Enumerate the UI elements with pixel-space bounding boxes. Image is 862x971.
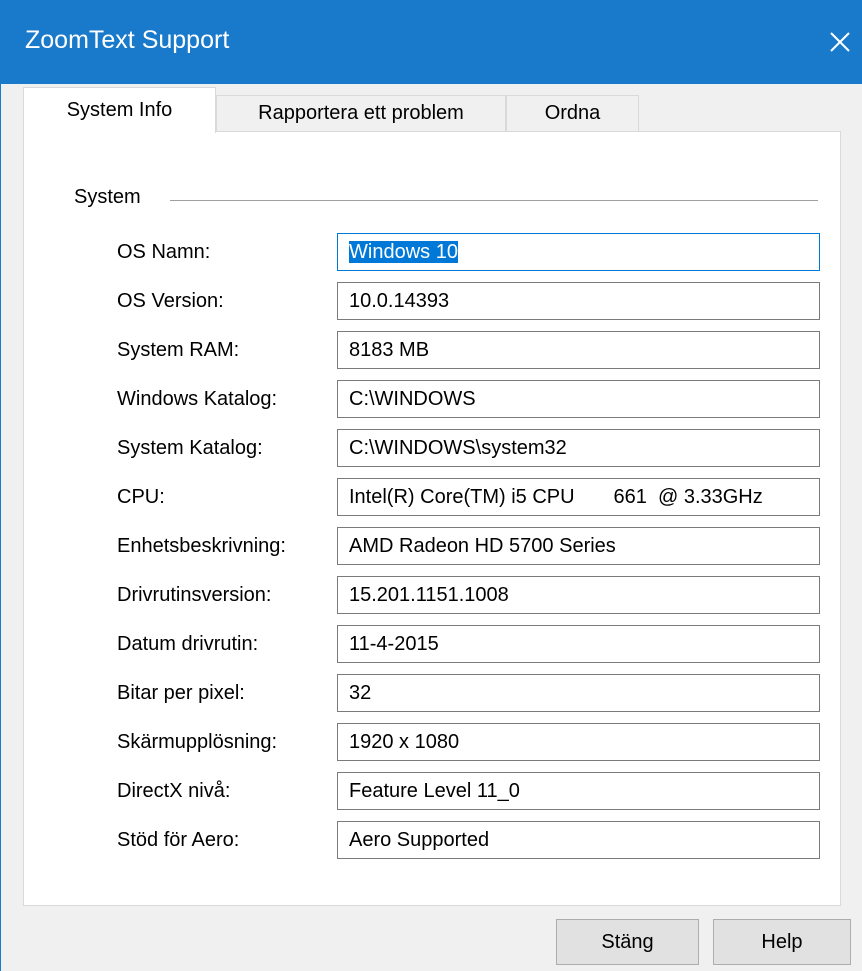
close-window-button[interactable]: [817, 0, 862, 84]
os-namn-field[interactable]: Windows 10: [337, 233, 820, 271]
drivrutinsversion-field[interactable]: 15.201.1151.1008: [337, 576, 820, 614]
enhetsbeskrivning-label: Enhetsbeskrivning:: [117, 535, 286, 557]
os-namn-value: Windows 10: [349, 241, 458, 263]
skarmupplosning-field[interactable]: 1920 x 1080: [337, 723, 820, 761]
row-enhetsbeskrivning: Enhetsbeskrivning: AMD Radeon HD 5700 Se…: [24, 527, 840, 567]
datum-drivrutin-field[interactable]: 11-4-2015: [337, 625, 820, 663]
system-group-label: System: [74, 186, 141, 208]
tab-rapportera-ett-problem[interactable]: Rapportera ett problem: [216, 95, 506, 131]
row-drivrutinsversion: Drivrutinsversion: 15.201.1151.1008: [24, 576, 840, 616]
skarmupplosning-label: Skärmupplösning:: [117, 731, 278, 753]
cpu-label: CPU:: [117, 486, 165, 508]
directx-niva-field[interactable]: Feature Level 11_0: [337, 772, 820, 810]
bitar-per-pixel-field[interactable]: 32: [337, 674, 820, 712]
stang-button[interactable]: Stäng: [556, 919, 699, 965]
system-ram-label: System RAM:: [117, 339, 240, 361]
window-title: ZoomText Support: [25, 26, 230, 54]
row-os-version: OS Version: 10.0.14393: [24, 282, 840, 322]
row-cpu: CPU: Intel(R) Core(TM) i5 CPU 661 @ 3.33…: [24, 478, 840, 518]
stod-for-aero-label: Stöd för Aero:: [117, 829, 240, 851]
row-system-ram: System RAM: 8183 MB: [24, 331, 840, 371]
os-namn-label: OS Namn:: [117, 241, 211, 263]
datum-drivrutin-label: Datum drivrutin:: [117, 633, 259, 655]
tab-ordna[interactable]: Ordna: [506, 95, 639, 131]
title-bar[interactable]: ZoomText Support: [1, 0, 862, 84]
system-ram-field[interactable]: 8183 MB: [337, 331, 820, 369]
row-bitar-per-pixel: Bitar per pixel: 32: [24, 674, 840, 714]
help-button[interactable]: Help: [713, 919, 851, 965]
system-katalog-field[interactable]: C:\WINDOWS\system32: [337, 429, 820, 467]
windows-katalog-field[interactable]: C:\WINDOWS: [337, 380, 820, 418]
row-system-katalog: System Katalog: C:\WINDOWS\system32: [24, 429, 840, 469]
directx-niva-label: DirectX nivå:: [117, 780, 231, 802]
row-directx-niva: DirectX nivå: Feature Level 11_0: [24, 772, 840, 812]
zoomtext-support-dialog: ZoomText Support System Info Rapportera …: [0, 0, 862, 971]
bitar-per-pixel-label: Bitar per pixel:: [117, 682, 245, 704]
row-os-namn: OS Namn: Windows 10: [24, 233, 840, 273]
close-icon: [830, 32, 850, 52]
row-stod-for-aero: Stöd för Aero: Aero Supported: [24, 821, 840, 861]
system-info-panel: System OS Namn: Windows 10 OS Version: 1…: [23, 131, 841, 906]
os-version-label: OS Version:: [117, 290, 224, 312]
tab-system-info[interactable]: System Info: [23, 87, 216, 133]
group-divider: [170, 200, 818, 201]
cpu-field[interactable]: Intel(R) Core(TM) i5 CPU 661 @ 3.33GHz: [337, 478, 820, 516]
row-windows-katalog: Windows Katalog: C:\WINDOWS: [24, 380, 840, 420]
stod-for-aero-field[interactable]: Aero Supported: [337, 821, 820, 859]
windows-katalog-label: Windows Katalog:: [117, 388, 278, 410]
os-version-field[interactable]: 10.0.14393: [337, 282, 820, 320]
drivrutinsversion-label: Drivrutinsversion:: [117, 584, 272, 606]
system-katalog-label: System Katalog:: [117, 437, 263, 459]
enhetsbeskrivning-field[interactable]: AMD Radeon HD 5700 Series: [337, 527, 820, 565]
row-skarmupplosning: Skärmupplösning: 1920 x 1080: [24, 723, 840, 763]
row-datum-drivrutin: Datum drivrutin: 11-4-2015: [24, 625, 840, 665]
